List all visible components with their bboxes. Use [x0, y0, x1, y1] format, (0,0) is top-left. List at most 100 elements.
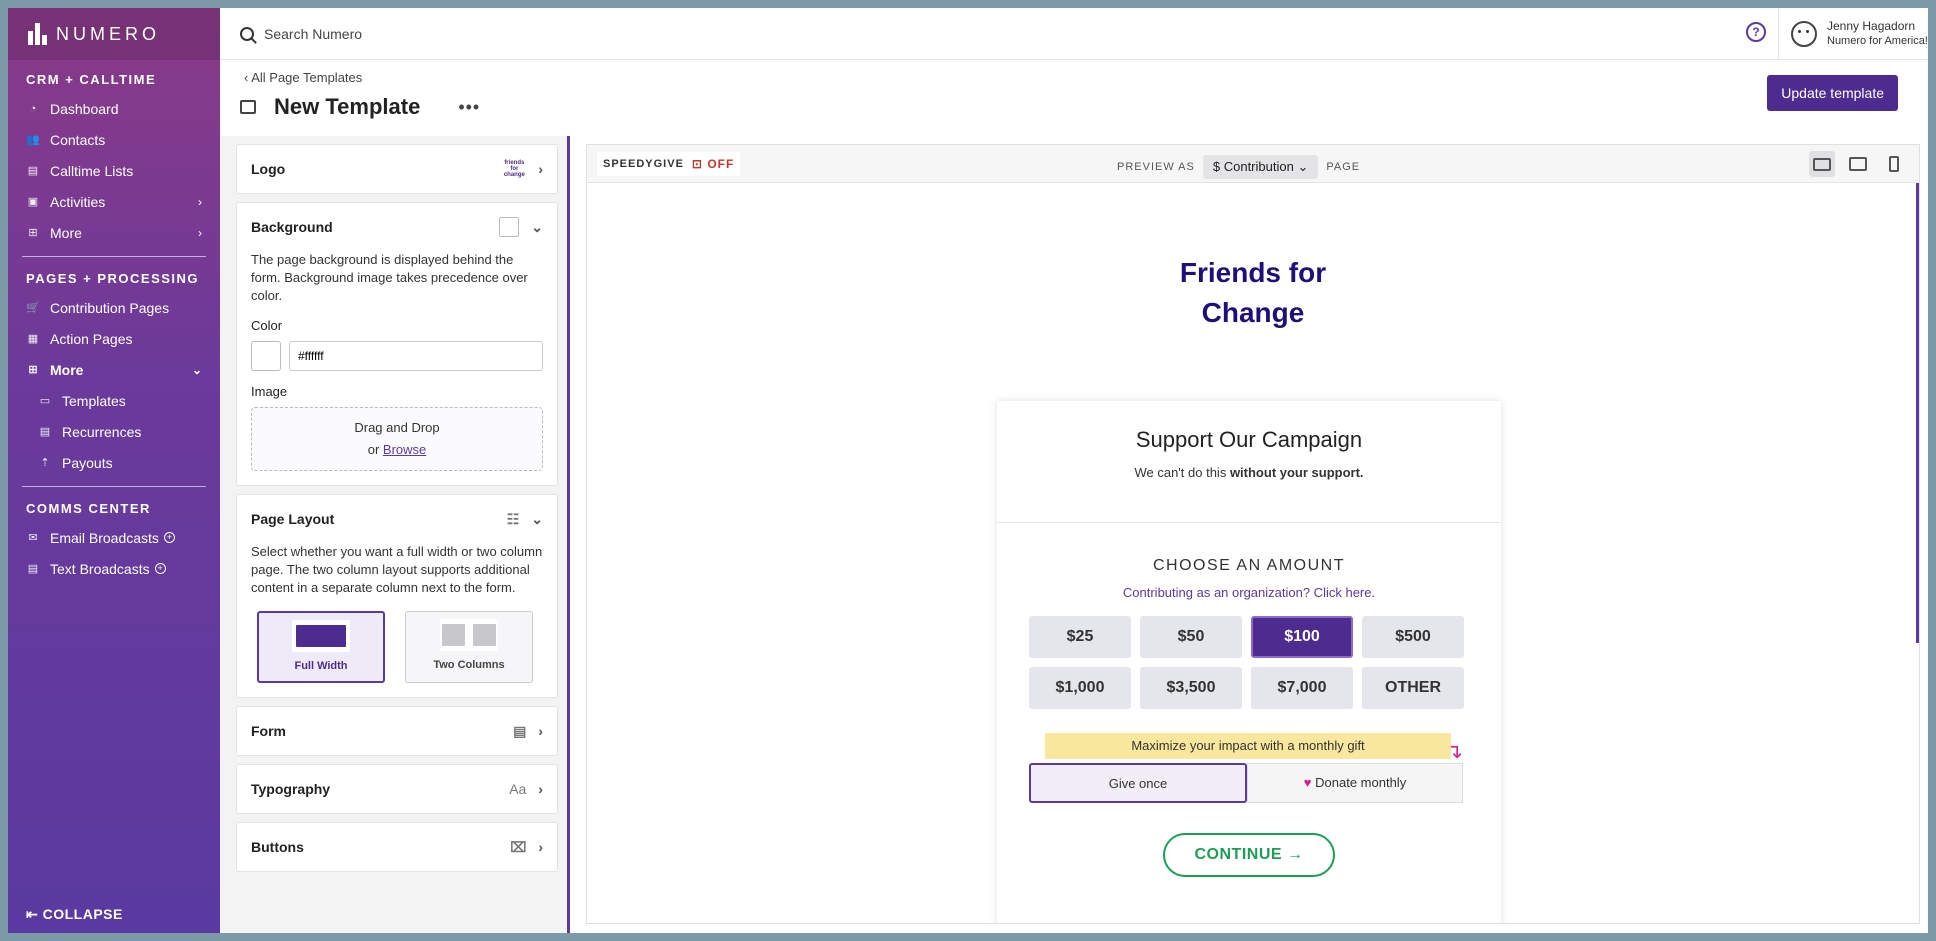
two-columns-preview-icon [440, 619, 498, 651]
email-icon: ✉ [28, 532, 38, 544]
organization-link[interactable]: Contributing as an organization? Click h… [997, 585, 1501, 600]
typography-icon: Aa [509, 781, 527, 797]
page-header: New Template ••• [240, 94, 480, 120]
amount-button[interactable]: $500 [1362, 616, 1464, 658]
action-page-icon: ▦ [27, 333, 39, 345]
cart-icon: 🛒 [26, 302, 40, 314]
amount-button[interactable]: $1,000 [1029, 667, 1131, 709]
dashboard-icon: ◔ [29, 102, 37, 115]
sidebar-item-contacts[interactable]: 👥 Contacts [8, 124, 220, 155]
sidebar-item-more-pages[interactable]: ⊞ More ⌄ [8, 354, 220, 385]
buttons-section[interactable]: Buttons ⌧ › [236, 822, 558, 872]
drop-or: or [367, 442, 380, 457]
more-options-icon[interactable]: ••• [458, 97, 480, 118]
layout-option-label: Two Columns [433, 659, 505, 671]
section-label: Buttons [251, 839, 304, 855]
page-label: PAGE [1326, 161, 1361, 173]
tablet-icon[interactable] [1845, 151, 1871, 177]
heart-icon: ♥ [1303, 775, 1316, 790]
layout-icon: ☷ [506, 510, 520, 527]
chevron-right-icon: › [198, 194, 202, 209]
section-label: Form [251, 723, 286, 739]
sidebar-item-email-broadcasts[interactable]: ✉ Email Broadcasts + [8, 522, 220, 553]
section-title-crm: CRM + CALLTIME [26, 72, 157, 87]
collapse-button[interactable]: ⇤ COLLAPSE [26, 906, 123, 923]
section-label: Page Layout [251, 511, 335, 527]
numero-logo-icon [28, 23, 50, 45]
chevron-down-icon: ⌄ [1297, 159, 1309, 174]
logo-text: NUMERO [56, 23, 160, 44]
speedygive-toggle[interactable]: SPEEDYGIVE ⊡ OFF [597, 151, 741, 176]
text-message-icon: ▤ [27, 563, 39, 575]
contribution-form: Support Our Campaign We can't do this wi… [997, 401, 1501, 923]
chevron-down-icon: ⌄ [191, 362, 202, 377]
preview-type-value: Contribution [1223, 159, 1294, 174]
sidebar-item-label: Calltime Lists [50, 162, 134, 179]
amount-button-selected[interactable]: $100 [1251, 616, 1353, 658]
form-section[interactable]: Form ▤ › [236, 706, 558, 756]
topbar: Search Numero ? Jenny Hagadorn Numero fo… [220, 8, 1928, 60]
scrollbar[interactable] [1916, 183, 1919, 643]
plus-icon[interactable]: + [163, 532, 175, 543]
amount-button[interactable]: $7,000 [1251, 667, 1353, 709]
brand-line-1: Friends for [1179, 257, 1327, 288]
search-icon [240, 26, 254, 41]
layout-option-two-columns[interactable]: Two Columns [405, 611, 533, 683]
sidebar-item-text-broadcasts[interactable]: ▤ Text Broadcasts + [8, 553, 220, 584]
mobile-icon[interactable] [1881, 151, 1907, 177]
sidebar-item-contribution-pages[interactable]: 🛒 Contribution Pages [8, 292, 220, 323]
continue-label: CONTINUE [1194, 846, 1283, 863]
payout-icon: ⇡ [40, 457, 50, 469]
sidebar-item-label: Activities [50, 193, 106, 210]
chevron-down-icon[interactable]: ⌄ [531, 219, 543, 236]
logo-section[interactable]: Logo friends for change › [236, 144, 558, 194]
sidebar-item-recurrences[interactable]: ▤ Recurrences [8, 416, 220, 447]
layout-option-full-width[interactable]: Full Width [257, 611, 385, 683]
section-label: Logo [251, 161, 286, 177]
speedygive-status: ⊡ OFF [692, 157, 734, 171]
sidebar-item-payouts[interactable]: ⇡ Payouts [8, 447, 220, 478]
off-icon: ⊡ [691, 156, 708, 171]
sidebar-item-label: Recurrences [62, 423, 142, 440]
sidebar-item-calltime-lists[interactable]: ▤ Calltime Lists [8, 155, 220, 186]
sidebar-item-label: Email Broadcasts [50, 529, 159, 546]
color-hex-input[interactable] [289, 341, 543, 371]
dollar-icon: $ [1212, 159, 1221, 174]
continue-button[interactable]: CONTINUE → [1163, 833, 1335, 877]
amount-button[interactable]: $25 [1029, 616, 1131, 658]
donate-monthly-button[interactable]: ♥ Donate monthly [1247, 763, 1463, 803]
logo[interactable]: NUMERO [8, 8, 220, 60]
preview-type-select[interactable]: $ Contribution ⌄ [1202, 155, 1319, 179]
desktop-icon[interactable] [1809, 151, 1835, 177]
search-input[interactable]: Search Numero [220, 26, 820, 42]
plus-icon[interactable]: + [154, 563, 166, 574]
background-description: The page background is displayed behind … [251, 252, 528, 303]
sidebar-item-templates[interactable]: ▭ Templates [8, 385, 220, 416]
preview-toolbar: SPEEDYGIVE ⊡ OFF PREVIEW AS $ Contributi… [587, 145, 1919, 183]
amount-button[interactable]: $50 [1140, 616, 1242, 658]
update-template-button[interactable]: Update template [1767, 75, 1898, 111]
help-icon[interactable]: ? [1746, 22, 1766, 42]
image-dropzone[interactable]: Drag and Drop or Browse [251, 407, 543, 471]
chevron-down-icon[interactable]: ⌄ [531, 511, 543, 528]
collapse-label: COLLAPSE [42, 906, 123, 922]
sidebar-item-activities[interactable]: ▣ Activities › [8, 186, 220, 217]
sidebar-item-dashboard[interactable]: ◔ Dashboard [8, 93, 220, 124]
sidebar-item-action-pages[interactable]: ▦ Action Pages [8, 323, 220, 354]
user-menu[interactable]: Jenny Hagadorn Numero for America! [1778, 8, 1928, 60]
sidebar-item-label: Dashboard [50, 100, 119, 117]
section-title-pages: PAGES + PROCESSING [26, 271, 200, 286]
app-window: NUMERO CRM + CALLTIME ◔ Dashboard 👥 Contac… [8, 8, 1928, 933]
amount-button[interactable]: $3,500 [1140, 667, 1242, 709]
chevron-right-icon: › [538, 723, 543, 739]
sidebar-item-more-crm[interactable]: ⊞ More › [8, 217, 220, 248]
color-swatch[interactable] [251, 341, 281, 371]
give-once-button[interactable]: Give once [1029, 763, 1247, 803]
background-section: Background ⌄ The page background is disp… [236, 202, 558, 486]
breadcrumb[interactable]: ‹ All Page Templates [244, 70, 362, 85]
sidebar-item-label: Action Pages [50, 330, 133, 347]
amount-button-other[interactable]: OTHER [1362, 667, 1464, 709]
typography-section[interactable]: Typography Aa › [236, 764, 558, 814]
preview-as: PREVIEW AS $ Contribution ⌄ PAGE [1117, 155, 1360, 179]
browse-link[interactable]: Browse [383, 442, 426, 457]
